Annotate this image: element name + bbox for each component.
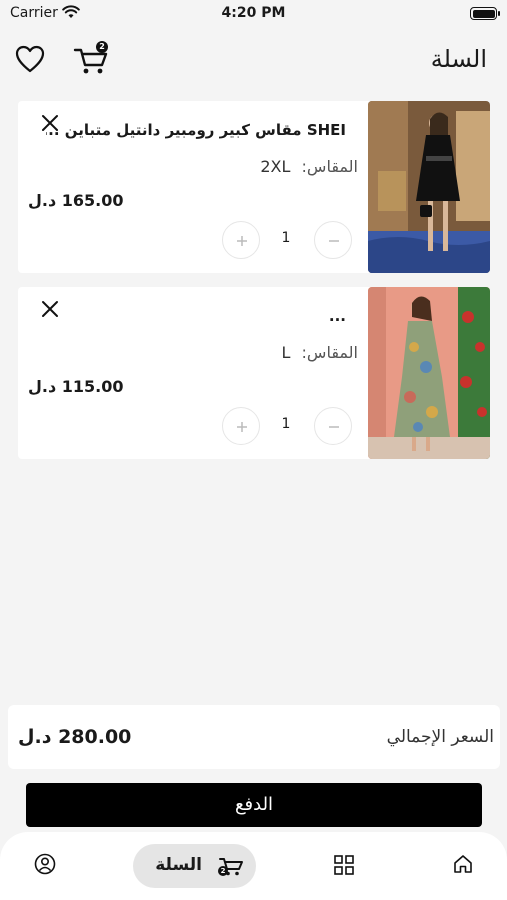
header: 2 السلة: [0, 36, 507, 86]
minus-icon: [329, 426, 339, 428]
profile-icon: [34, 853, 56, 875]
checkout-button[interactable]: الدفع: [26, 783, 482, 827]
minus-icon: [329, 240, 339, 242]
home-icon: [454, 855, 472, 873]
product-price: 165.00 د.ل: [28, 191, 124, 210]
page-title: السلة: [430, 45, 487, 73]
close-icon: [42, 115, 58, 131]
close-icon: [42, 301, 58, 317]
order-total: السعر الإجمالي 280.00 د.ل: [8, 705, 500, 769]
cart-item: SHEI مقاس كبير رومبير دانتيل متباين ... …: [18, 101, 490, 273]
wishlist-heart-icon[interactable]: [14, 44, 46, 74]
nav-categories[interactable]: [333, 854, 355, 876]
nav-cart-label: السلة: [155, 855, 202, 875]
cart-item: ... المقاس: L 115.00 د.ل 1: [18, 287, 490, 459]
cart-count-badge: 2: [218, 866, 228, 876]
remove-item-button[interactable]: [40, 113, 60, 133]
product-name[interactable]: ...: [46, 307, 346, 325]
total-label: السعر الإجمالي: [386, 727, 494, 747]
size-label: المقاس:: [301, 157, 358, 176]
quantity-value: 1: [281, 416, 291, 432]
bottom-nav: السلة 2: [0, 832, 507, 900]
battery-icon: [470, 7, 500, 20]
size-value: 2XL: [260, 157, 291, 176]
decrease-quantity-button[interactable]: [314, 407, 352, 445]
product-name[interactable]: SHEI مقاس كبير رومبير دانتيل متباين ...: [46, 121, 346, 139]
product-image[interactable]: [368, 287, 490, 459]
plus-icon: [237, 422, 247, 432]
quantity-value: 1: [281, 230, 291, 246]
size-label: المقاس:: [301, 343, 358, 362]
product-price: 115.00 د.ل: [28, 377, 124, 396]
cart-count-badge: 2: [96, 41, 108, 53]
increase-quantity-button[interactable]: [222, 221, 260, 259]
plus-icon: [237, 236, 247, 246]
size-row: المقاس: 2XL: [260, 157, 358, 176]
decrease-quantity-button[interactable]: [314, 221, 352, 259]
product-image[interactable]: [368, 101, 490, 273]
total-value: 280.00 د.ل: [18, 726, 132, 748]
size-row: المقاس: L: [282, 343, 358, 362]
status-bar: Carrier 4:20 PM: [0, 0, 507, 30]
nav-cart[interactable]: السلة 2: [133, 844, 256, 888]
nav-profile[interactable]: [34, 853, 56, 875]
increase-quantity-button[interactable]: [222, 407, 260, 445]
cart-icon: 2: [218, 854, 244, 878]
size-value: L: [281, 343, 291, 362]
grid-icon: [334, 855, 354, 875]
remove-item-button[interactable]: [40, 299, 60, 319]
nav-home[interactable]: [452, 853, 474, 875]
header-cart-button[interactable]: 2: [72, 41, 112, 77]
clock: 4:20 PM: [221, 5, 286, 21]
